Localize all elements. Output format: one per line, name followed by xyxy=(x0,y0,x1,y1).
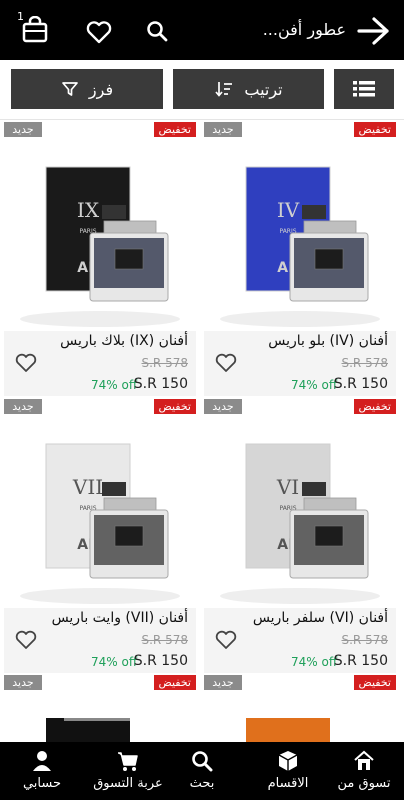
new-badge: جديد xyxy=(4,399,42,414)
product-card-partial[interactable]: جديد تخفيض xyxy=(4,675,196,745)
product-image: VII PARIS AB xyxy=(4,414,196,608)
list-view-icon xyxy=(353,81,375,97)
filter-button[interactable]: فرز xyxy=(11,69,163,109)
home-icon xyxy=(354,750,374,770)
svg-text:VI: VI xyxy=(276,475,299,499)
sort-icon xyxy=(215,82,233,97)
svg-text:IX: IX xyxy=(77,198,100,222)
wishlist-heart-icon[interactable] xyxy=(15,630,37,650)
nav-search-label: بحث xyxy=(189,776,215,791)
product-image-wrap[interactable]: IX PARIS AB xyxy=(4,137,196,331)
wishlist-heart-icon[interactable] xyxy=(15,353,37,373)
svg-text:IV: IV xyxy=(277,198,300,222)
product-info: أفنان (IV) بلو باريس S.R 578 74% off S.R… xyxy=(204,331,396,396)
current-price: S.R 150 xyxy=(333,376,388,392)
sale-badge: تخفيض xyxy=(154,399,196,414)
new-badge: جديد xyxy=(4,675,42,690)
old-price: S.R 578 xyxy=(341,633,389,647)
filter-icon xyxy=(62,82,78,96)
nav-account-label: حسابي xyxy=(22,776,62,791)
current-price: S.R 150 xyxy=(133,653,188,669)
product-name[interactable]: أفنان (IV) بلو باريس xyxy=(268,333,388,349)
product-name[interactable]: أفنان (VI) سلفر باريس xyxy=(253,610,388,626)
product-image xyxy=(46,718,130,742)
current-price: S.R 150 xyxy=(133,376,188,392)
sort-label: ترتيب xyxy=(244,79,283,99)
nav-home[interactable]: تسوق من xyxy=(324,742,404,800)
new-badge: جديد xyxy=(4,122,42,137)
product-card[interactable]: جديد تخفيض VII PARIS AB أفنان (VII) وايت… xyxy=(4,399,196,673)
discount-label: 74% off xyxy=(91,378,138,392)
sale-badge: تخفيض xyxy=(154,122,196,137)
nav-search[interactable]: بحث xyxy=(162,742,242,800)
product-card[interactable]: جديد تخفيض VI PARIS AB أفنان (VI) سلفر ب… xyxy=(204,399,396,673)
list-view-button[interactable] xyxy=(334,69,394,109)
top-app-bar: 1 عطور أفن... xyxy=(0,0,404,60)
new-badge: جديد xyxy=(204,399,242,414)
nav-categories[interactable]: الاقسام xyxy=(248,742,328,800)
product-info: أفنان (VII) وايت باريس S.R 578 74% off S… xyxy=(4,608,196,673)
search-icon xyxy=(192,751,213,772)
product-image: VI PARIS AB xyxy=(204,414,396,608)
page-title: عطور أفن... xyxy=(262,20,346,39)
sort-button[interactable]: ترتيب xyxy=(173,69,324,109)
cart-icon[interactable] xyxy=(22,16,48,44)
toolbar: فرز ترتيب xyxy=(0,60,404,120)
product-name[interactable]: أفنان (IX) بلاك باريس xyxy=(60,333,188,349)
product-card[interactable]: جديد تخفيض IV PARIS AB أفنان (IV) بلو با… xyxy=(204,122,396,396)
wishlist-heart-icon[interactable] xyxy=(215,630,237,650)
shopping-cart-icon xyxy=(118,752,138,771)
product-card-partial[interactable]: جديد تخفيض xyxy=(204,675,396,745)
sale-badge: تخفيض xyxy=(354,399,396,414)
nav-account[interactable]: حسابي xyxy=(2,742,82,800)
product-image-wrap[interactable]: VI PARIS AB xyxy=(204,414,396,608)
discount-label: 74% off xyxy=(291,655,338,669)
account-icon xyxy=(33,751,51,771)
product-info: أفنان (IX) بلاك باريس S.R 578 74% off S.… xyxy=(4,331,196,396)
new-badge: جديد xyxy=(204,122,242,137)
discount-label: 74% off xyxy=(91,655,138,669)
sale-badge: تخفيض xyxy=(154,675,196,690)
product-image: IV PARIS AB xyxy=(204,137,396,331)
product-info: أفنان (VI) سلفر باريس S.R 578 74% off S.… xyxy=(204,608,396,673)
sale-badge: تخفيض xyxy=(354,675,396,690)
product-image-wrap[interactable]: IV PARIS AB xyxy=(204,137,396,331)
nav-home-label: تسوق من xyxy=(337,776,391,791)
search-icon[interactable] xyxy=(145,19,169,43)
filter-label: فرز xyxy=(88,79,114,99)
old-price: S.R 578 xyxy=(141,633,189,647)
sale-badge: تخفيض xyxy=(354,122,396,137)
current-price: S.R 150 xyxy=(333,653,388,669)
categories-icon xyxy=(278,751,298,771)
cart-count-badge: 1 xyxy=(17,10,24,23)
nav-cart[interactable]: عربة التسوق xyxy=(88,742,168,800)
discount-label: 74% off xyxy=(291,378,338,392)
product-image xyxy=(246,718,330,742)
product-image: IX PARIS AB xyxy=(4,137,196,331)
bottom-navigation: تسوق من الاقسام بحث عربة التسوق حسابي xyxy=(0,742,404,800)
nav-cart-label: عربة التسوق xyxy=(93,776,163,791)
old-price: S.R 578 xyxy=(341,356,389,370)
product-image-wrap[interactable]: VII PARIS AB xyxy=(4,414,196,608)
wishlist-heart-icon[interactable] xyxy=(215,353,237,373)
back-arrow-icon[interactable] xyxy=(356,16,390,46)
new-badge: جديد xyxy=(204,675,242,690)
heart-icon[interactable] xyxy=(86,20,112,44)
nav-categories-label: الاقسام xyxy=(267,776,309,791)
svg-text:VII: VII xyxy=(72,475,103,499)
old-price: S.R 578 xyxy=(141,356,189,370)
product-card[interactable]: جديد تخفيض IX PARIS AB أفنان (IX) بلاك ب… xyxy=(4,122,196,396)
product-name[interactable]: أفنان (VII) وايت باريس xyxy=(52,610,188,626)
